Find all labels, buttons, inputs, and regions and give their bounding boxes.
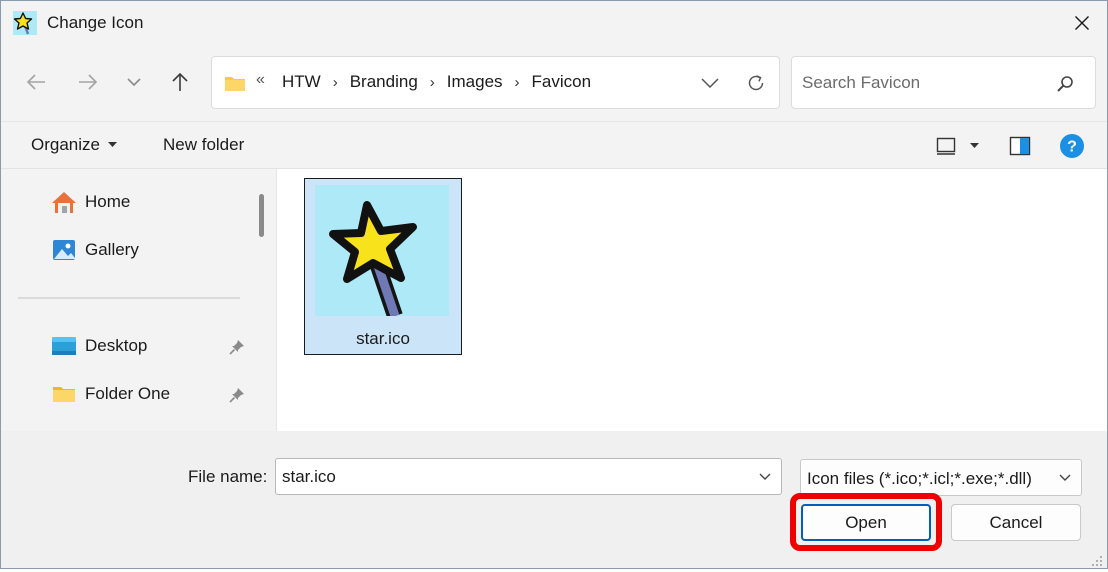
- star-wand-icon: [315, 185, 449, 319]
- new-folder-button[interactable]: New folder: [163, 135, 244, 155]
- pin-icon[interactable]: [227, 337, 247, 357]
- nav-item-label: Home: [85, 192, 131, 211]
- breadcrumb-separator-icon[interactable]: ›: [422, 74, 443, 91]
- breadcrumb-favicon[interactable]: Favicon: [528, 72, 596, 92]
- refresh-icon: [748, 75, 764, 91]
- close-button[interactable]: [1057, 1, 1107, 45]
- view-icon: [936, 137, 955, 155]
- chevron-down-icon: [1055, 466, 1075, 490]
- refresh-button[interactable]: [742, 69, 770, 97]
- forward-button[interactable]: [73, 67, 103, 97]
- nav-item-label: Desktop: [85, 336, 148, 355]
- chevron-down-icon: [759, 473, 771, 480]
- nav-item-home[interactable]: Home: [51, 187, 130, 217]
- pin-icon[interactable]: [227, 385, 247, 405]
- arrow-left-icon: [26, 74, 45, 90]
- nav-item-folder-one[interactable]: Folder One: [51, 379, 170, 409]
- organize-menu-button[interactable]: Organize: [31, 135, 117, 155]
- back-button[interactable]: [21, 67, 51, 97]
- breadcrumb: HTW › Branding › Images › Favicon: [278, 72, 595, 92]
- file-type-value: Icon files (*.ico;*.icl;*.exe;*.dll): [807, 469, 1032, 488]
- navigation-pane: Home Gallery Desktop Folder One: [1, 169, 275, 431]
- home-icon: [51, 189, 77, 215]
- file-type-select[interactable]: Icon files (*.ico;*.icl;*.exe;*.dll): [800, 459, 1082, 496]
- nav-item-gallery[interactable]: Gallery: [51, 235, 139, 265]
- dialog-title: Change Icon: [47, 13, 144, 32]
- breadcrumb-separator-icon[interactable]: ›: [325, 74, 346, 91]
- caret-down-icon: [107, 142, 117, 147]
- chevron-down-icon: [701, 78, 719, 88]
- close-icon: [1075, 16, 1089, 30]
- svg-text:?: ?: [1067, 139, 1077, 156]
- change-view-button[interactable]: [929, 132, 985, 160]
- preview-pane-icon: [1009, 136, 1031, 156]
- nav-scrollbar-thumb[interactable]: [259, 194, 264, 237]
- file-name-dropdown-button[interactable]: [753, 465, 777, 489]
- file-list: star.ico: [276, 169, 1107, 431]
- gallery-icon: [51, 237, 77, 263]
- file-name-input[interactable]: [282, 466, 742, 488]
- dialog-footer: File name: Icon files (*.ico;*.icl;*.exe…: [1, 431, 1107, 568]
- file-name-combo: [275, 458, 782, 495]
- chevron-down-icon: [127, 78, 141, 87]
- cancel-button[interactable]: Cancel: [951, 504, 1081, 541]
- folder-icon: [51, 381, 77, 407]
- help-button[interactable]: ?: [1059, 132, 1085, 160]
- help-icon: ?: [1060, 134, 1084, 158]
- title-bar: Change Icon: [1, 1, 1107, 45]
- search-box: [791, 56, 1096, 109]
- breadcrumb-overflow[interactable]: «: [256, 71, 265, 89]
- folder-icon: [224, 74, 246, 92]
- nav-divider: [18, 297, 240, 299]
- preview-pane-button[interactable]: [1007, 132, 1033, 160]
- breadcrumb-htw[interactable]: HTW: [278, 72, 325, 92]
- open-button[interactable]: Open: [801, 504, 931, 541]
- arrow-up-icon: [172, 72, 188, 91]
- resize-grip-icon[interactable]: [1091, 552, 1103, 566]
- address-history-button[interactable]: [696, 69, 724, 97]
- recent-locations-button[interactable]: [119, 67, 149, 97]
- change-icon-dialog: Change Icon « HTW › Branding › Images › …: [0, 0, 1108, 569]
- file-item-star-ico[interactable]: star.ico: [304, 178, 462, 355]
- nav-item-desktop[interactable]: Desktop: [51, 331, 147, 361]
- up-button[interactable]: [165, 67, 195, 97]
- navigation-bar: « HTW › Branding › Images › Favicon: [1, 45, 1107, 121]
- search-input[interactable]: [802, 71, 1042, 95]
- file-name-label: File name:: [188, 467, 268, 486]
- address-bar[interactable]: « HTW › Branding › Images › Favicon: [211, 56, 780, 109]
- caret-down-icon: [969, 143, 979, 148]
- breadcrumb-branding[interactable]: Branding: [346, 72, 422, 92]
- breadcrumb-images[interactable]: Images: [443, 72, 507, 92]
- search-icon[interactable]: [1055, 74, 1075, 94]
- arrow-right-icon: [79, 74, 98, 90]
- file-name-label: star.ico: [356, 329, 410, 348]
- desktop-icon: [51, 333, 77, 359]
- star-wand-icon: [13, 11, 37, 35]
- breadcrumb-separator-icon[interactable]: ›: [507, 74, 528, 91]
- nav-item-label: Gallery: [85, 240, 139, 259]
- command-bar: Organize New folder ?: [1, 121, 1107, 169]
- organize-label: Organize: [31, 135, 100, 154]
- new-folder-label: New folder: [163, 135, 245, 154]
- nav-item-label: Folder One: [85, 384, 171, 403]
